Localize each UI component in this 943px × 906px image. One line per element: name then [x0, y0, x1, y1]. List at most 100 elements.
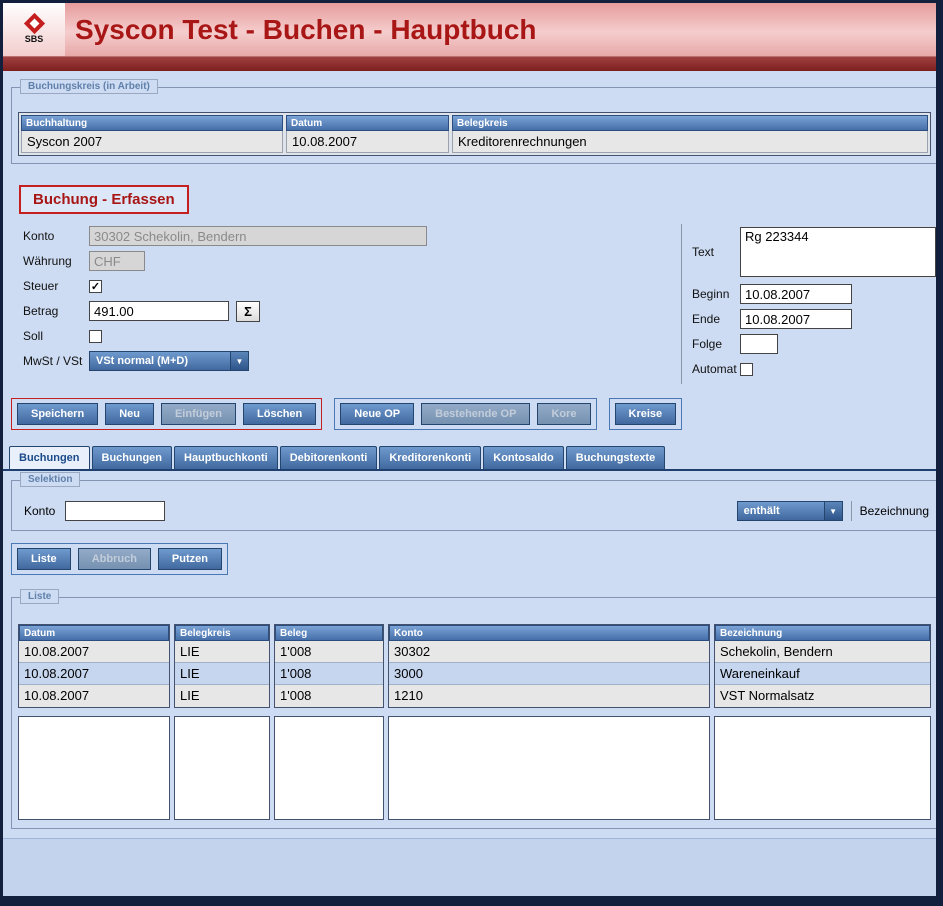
kreise-button[interactable]: Kreise — [615, 403, 677, 425]
table-cell[interactable]: VST Normalsatz — [715, 685, 930, 707]
speichern-button[interactable]: Speichern — [17, 403, 98, 425]
selektion-konto-input[interactable] — [65, 501, 165, 521]
diamond-logo-icon — [23, 12, 44, 33]
erfassen-form: Konto Währung Steuer Betrag Σ Soll — [11, 224, 936, 384]
empty-column — [174, 716, 270, 820]
automat-label: Automat — [692, 362, 740, 376]
table-cell[interactable]: 10.08.2007 — [19, 663, 169, 685]
empty-column — [388, 716, 710, 820]
putzen-button[interactable]: Putzen — [158, 548, 222, 570]
beginn-input[interactable] — [740, 284, 852, 304]
automat-checkbox[interactable] — [740, 363, 753, 376]
liste-col-belegkreis: Belegkreis LIE LIE LIE — [174, 624, 270, 708]
list-button-row: Liste Abbruch Putzen — [11, 543, 936, 575]
kore-button[interactable]: Kore — [537, 403, 590, 425]
sigma-icon: Σ — [244, 304, 252, 319]
table-cell[interactable]: 3000 — [389, 663, 709, 685]
liste-empty-area — [18, 716, 931, 820]
tab-kontosaldo[interactable]: Kontosaldo — [483, 446, 564, 469]
erfassen-right-pane: Text Rg 223344 Beginn Ende Folge Automat — [681, 224, 936, 384]
folge-label: Folge — [692, 337, 740, 351]
bestehende-op-button[interactable]: Bestehende OP — [421, 403, 530, 425]
record-button-group: Speichern Neu Einfügen Löschen — [11, 398, 322, 430]
datum-value: 10.08.2007 — [286, 131, 449, 153]
abbruch-button[interactable]: Abbruch — [78, 548, 151, 570]
table-cell[interactable]: LIE — [175, 641, 269, 663]
ende-label: Ende — [692, 312, 740, 326]
empty-column — [714, 716, 931, 820]
mwst-select-value: VSt normal (M+D) — [90, 352, 230, 370]
selektion-row: Konto enthält ▼ Bezeichnung — [12, 481, 936, 530]
section-title-buchung-erfassen: Buchung - Erfassen — [19, 185, 189, 214]
table-cell[interactable]: 1210 — [389, 685, 709, 707]
tab-buchungstexte[interactable]: Buchungstexte — [566, 446, 665, 469]
buchhaltung-column: Buchhaltung Syscon 2007 — [21, 115, 283, 153]
liste-header-beleg[interactable]: Beleg — [275, 625, 383, 641]
liste-header-bezeichnung[interactable]: Bezeichnung — [715, 625, 930, 641]
table-cell[interactable]: 1'008 — [275, 641, 383, 663]
liste-header-konto[interactable]: Konto — [389, 625, 709, 641]
mwst-label: MwSt / VSt — [23, 354, 89, 368]
table-cell[interactable]: 30302 — [389, 641, 709, 663]
sum-button[interactable]: Σ — [236, 301, 260, 322]
waehrung-label: Währung — [23, 254, 89, 268]
tab-kreditorenkonti[interactable]: Kreditorenkonti — [379, 446, 481, 469]
text-input[interactable]: Rg 223344 — [740, 227, 936, 277]
tab-debitorenkonti[interactable]: Debitorenkonti — [280, 446, 378, 469]
betrag-input[interactable] — [89, 301, 229, 321]
waehrung-field — [89, 251, 145, 271]
table-cell[interactable]: Schekolin, Bendern — [715, 641, 930, 663]
steuer-label: Steuer — [23, 279, 89, 293]
table-cell[interactable]: LIE — [175, 663, 269, 685]
liste-button[interactable]: Liste — [17, 548, 71, 570]
liste-col-datum: Datum 10.08.2007 10.08.2007 10.08.2007 — [18, 624, 170, 708]
belegkreis-value: Kreditorenrechnungen — [452, 131, 928, 153]
app-window: SBS Syscon Test - Buchen - Hauptbuch Buc… — [0, 0, 943, 906]
liste-col-beleg: Beleg 1'008 1'008 1'008 — [274, 624, 384, 708]
tab-hauptbuchkonti[interactable]: Hauptbuchkonti — [174, 446, 278, 469]
steuer-checkbox[interactable] — [89, 280, 102, 293]
liste-header-datum[interactable]: Datum — [19, 625, 169, 641]
betrag-label: Betrag — [23, 304, 89, 318]
buchungskreis-table: Buchhaltung Syscon 2007 Datum 10.08.2007… — [18, 112, 931, 156]
neue-op-button[interactable]: Neue OP — [340, 403, 414, 425]
table-cell[interactable]: 1'008 — [275, 663, 383, 685]
table-cell[interactable]: 10.08.2007 — [19, 685, 169, 707]
operator-select[interactable]: enthält ▼ — [737, 501, 843, 521]
tab-buchungen[interactable]: Buchungen — [92, 446, 173, 469]
folge-input[interactable] — [740, 334, 778, 354]
table-cell[interactable]: Wareneinkauf — [715, 663, 930, 685]
buchungskreis-legend: Buchungskreis (in Arbeit) — [20, 79, 158, 94]
mwst-select[interactable]: VSt normal (M+D) ▼ — [89, 351, 249, 371]
datum-column: Datum 10.08.2007 — [286, 115, 449, 153]
neu-button[interactable]: Neu — [105, 403, 154, 425]
buchhaltung-value: Syscon 2007 — [21, 131, 283, 153]
konto-field — [89, 226, 427, 246]
soll-label: Soll — [23, 329, 89, 343]
chevron-down-icon[interactable]: ▼ — [824, 502, 842, 520]
sbs-logo: SBS — [3, 3, 65, 56]
liste-col-konto: Konto 30302 3000 1210 — [388, 624, 710, 708]
konto-label: Konto — [23, 229, 89, 243]
soll-checkbox[interactable] — [89, 330, 102, 343]
belegkreis-column: Belegkreis Kreditorenrechnungen — [452, 115, 928, 153]
loeschen-button[interactable]: Löschen — [243, 403, 316, 425]
ende-input[interactable] — [740, 309, 852, 329]
liste-fieldset: Liste Datum 10.08.2007 10.08.2007 10.08.… — [11, 597, 936, 829]
datum-header: Datum — [286, 115, 449, 131]
selektion-fieldset: Selektion Konto enthält ▼ Bezeichnung — [11, 480, 936, 531]
table-cell[interactable]: LIE — [175, 685, 269, 707]
belegkreis-header: Belegkreis — [452, 115, 928, 131]
list-button-group: Liste Abbruch Putzen — [11, 543, 228, 575]
selektion-legend: Selektion — [20, 472, 80, 487]
tab-bar: Buchungen Buchungen Hauptbuchkonti Debit… — [3, 446, 936, 471]
einfuegen-button[interactable]: Einfügen — [161, 403, 236, 425]
title-bar: SBS Syscon Test - Buchen - Hauptbuch — [3, 3, 936, 57]
table-cell[interactable]: 10.08.2007 — [19, 641, 169, 663]
tab-buchungen-active[interactable]: Buchungen — [9, 446, 90, 469]
liste-header-belegkreis[interactable]: Belegkreis — [175, 625, 269, 641]
selektion-field-label: Bezeichnung — [860, 504, 929, 518]
empty-column — [274, 716, 384, 820]
chevron-down-icon[interactable]: ▼ — [230, 352, 248, 370]
table-cell[interactable]: 1'008 — [275, 685, 383, 707]
